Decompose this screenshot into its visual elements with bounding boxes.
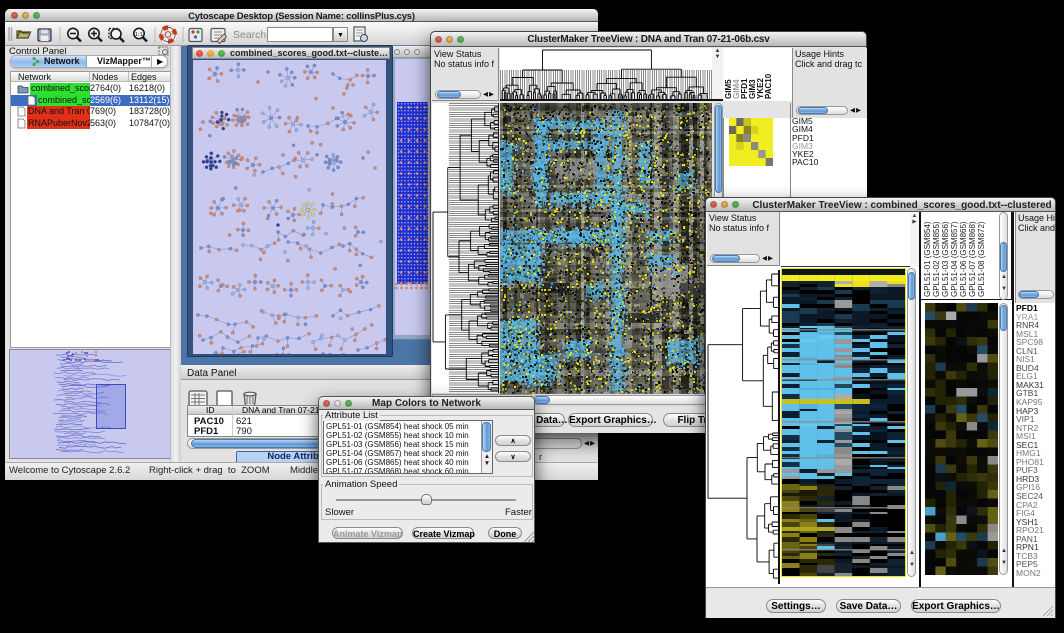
svg-text:PAC10: PAC10 [764, 73, 773, 99]
svg-text:1:1: 1:1 [135, 32, 143, 38]
